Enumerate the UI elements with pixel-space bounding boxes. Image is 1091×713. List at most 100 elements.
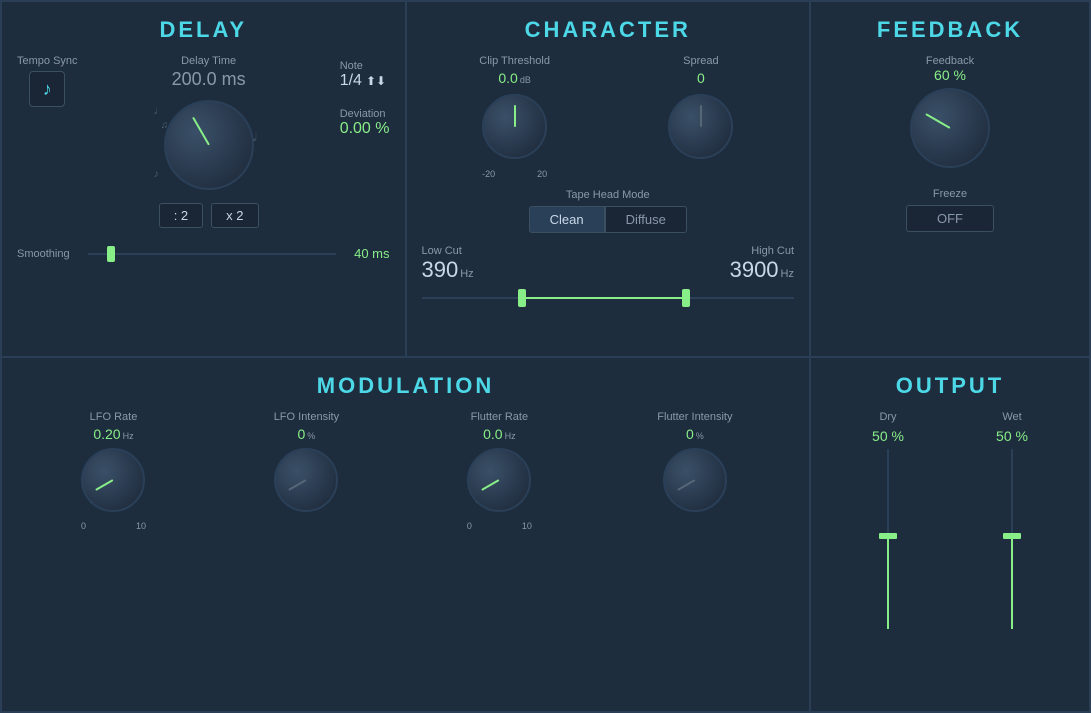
dry-thumb[interactable] bbox=[879, 533, 897, 539]
delay-knob-inner bbox=[164, 100, 254, 190]
divide-button[interactable]: : 2 bbox=[159, 203, 203, 228]
flutter-intensity-knob-inner bbox=[663, 448, 727, 512]
output-panel: OUTPUT Dry 50 % Wet 50 % bbox=[810, 357, 1090, 713]
spread-label: Spread bbox=[683, 55, 718, 67]
wet-value: 50 % bbox=[996, 428, 1028, 444]
lfo-rate-knob[interactable] bbox=[78, 445, 148, 515]
multiply-button[interactable]: x 2 bbox=[211, 203, 258, 228]
feedback-knob[interactable] bbox=[905, 83, 995, 173]
clip-threshold-group: Clip Threshold 0.0 dB -20 bbox=[477, 55, 552, 179]
deviation-label: Deviation bbox=[340, 108, 390, 120]
delay-time-knob[interactable]: ♩ ♫ 𝅗𝅥 ♪ bbox=[159, 95, 259, 195]
lfo-rate-group: LFO Rate 0.20 Hz 0 bbox=[78, 411, 148, 531]
lfo-intensity-knob[interactable] bbox=[271, 445, 341, 515]
smoothing-thumb[interactable] bbox=[107, 246, 115, 262]
smoothing-slider[interactable] bbox=[88, 253, 337, 255]
low-cut-group: Low Cut 390 Hz bbox=[422, 245, 474, 283]
high-cut-group: High Cut 3900 Hz bbox=[730, 245, 794, 283]
low-cut-label: Low Cut bbox=[422, 245, 474, 257]
character-top-row: Clip Threshold 0.0 dB -20 bbox=[422, 55, 795, 179]
smoothing-row: Smoothing 40 ms bbox=[17, 246, 390, 261]
dry-active-track bbox=[887, 539, 889, 629]
dry-slider[interactable] bbox=[878, 449, 898, 629]
flutter-rate-label: Flutter Rate bbox=[471, 411, 528, 423]
clip-threshold-value: 0.0 bbox=[498, 70, 517, 86]
low-cut-unit: Hz bbox=[460, 268, 473, 280]
lfo-rate-scale: 0 10 bbox=[81, 521, 146, 531]
output-sliders: Dry 50 % Wet 50 % bbox=[826, 411, 1074, 629]
flutter-intensity-label: Flutter Intensity bbox=[657, 411, 732, 423]
note-arrows[interactable]: ⬆⬇ bbox=[366, 74, 386, 88]
lfo-intensity-value: 0 bbox=[298, 426, 306, 442]
flutter-intensity-knob[interactable] bbox=[660, 445, 730, 515]
feedback-knob-value: 60 % bbox=[934, 67, 966, 83]
tempo-sync-button[interactable]: ♪ bbox=[29, 71, 65, 107]
dry-label: Dry bbox=[879, 411, 896, 423]
flutter-rate-value: 0.0 bbox=[483, 426, 502, 442]
lfo-intensity-unit: % bbox=[307, 431, 315, 441]
filter-active-range bbox=[526, 297, 690, 299]
lfo-rate-label: LFO Rate bbox=[90, 411, 138, 423]
character-title: CHARACTER bbox=[422, 17, 795, 43]
flutter-intensity-unit: % bbox=[696, 431, 704, 441]
wet-thumb[interactable] bbox=[1003, 533, 1021, 539]
freeze-label: Freeze bbox=[933, 188, 967, 200]
freeze-button[interactable]: OFF bbox=[906, 205, 994, 232]
wet-label: Wet bbox=[1002, 411, 1021, 423]
lfo-intensity-label: LFO Intensity bbox=[274, 411, 339, 423]
tape-clean-button[interactable]: Clean bbox=[529, 206, 605, 233]
filter-slider[interactable] bbox=[422, 288, 795, 308]
divide-multiply-buttons: : 2 x 2 bbox=[159, 203, 259, 228]
high-cut-unit: Hz bbox=[781, 268, 794, 280]
high-cut-label: High Cut bbox=[730, 245, 794, 257]
filter-left-thumb[interactable] bbox=[518, 289, 526, 307]
feedback-title: FEEDBACK bbox=[826, 17, 1074, 43]
tape-head-buttons: Clean Diffuse bbox=[422, 206, 795, 233]
flutter-rate-knob-inner bbox=[467, 448, 531, 512]
tape-head-section: Tape Head Mode Clean Diffuse bbox=[422, 189, 795, 233]
wet-active-track bbox=[1011, 539, 1013, 629]
filter-labels-row: Low Cut 390 Hz High Cut 3900 Hz bbox=[422, 245, 795, 283]
flutter-intensity-value: 0 bbox=[686, 426, 694, 442]
delay-panel: DELAY Tempo Sync ♪ Delay Time 200.0 ms bbox=[1, 1, 406, 357]
smoothing-label: Smoothing bbox=[17, 248, 70, 260]
spread-knob[interactable] bbox=[663, 89, 738, 164]
note-label: Note bbox=[340, 60, 390, 72]
flutter-rate-unit: Hz bbox=[505, 431, 516, 441]
deviation-value: 0.00 % bbox=[340, 120, 390, 138]
music-note-icon: ♪ bbox=[43, 79, 52, 100]
lfo-intensity-knob-inner bbox=[274, 448, 338, 512]
spread-group: Spread 0 bbox=[663, 55, 738, 179]
lfo-rate-value: 0.20 bbox=[93, 426, 120, 442]
feedback-knob-label: Feedback bbox=[926, 55, 974, 67]
filter-section: Low Cut 390 Hz High Cut 3900 Hz bbox=[422, 245, 795, 308]
output-title: OUTPUT bbox=[826, 373, 1074, 399]
tempo-sync-section: Tempo Sync ♪ bbox=[17, 55, 78, 107]
low-cut-value: 390 bbox=[422, 257, 459, 283]
tape-diffuse-button[interactable]: Diffuse bbox=[605, 206, 687, 233]
delay-time-value: 200.0 ms bbox=[172, 69, 246, 90]
flutter-rate-group: Flutter Rate 0.0 Hz 0 10 bbox=[464, 411, 534, 531]
wet-slider-group: Wet 50 % bbox=[996, 411, 1028, 629]
delay-time-label: Delay Time bbox=[181, 55, 236, 67]
modulation-panel: MODULATION LFO Rate 0.20 Hz bbox=[1, 357, 810, 713]
dry-slider-group: Dry 50 % bbox=[872, 411, 904, 629]
dry-value: 50 % bbox=[872, 428, 904, 444]
note-deviation-section: Note 1/4 ⬆⬇ Deviation 0.00 % bbox=[340, 60, 390, 138]
clip-scale: -20 20 bbox=[482, 169, 547, 179]
clip-threshold-unit: dB bbox=[520, 75, 531, 85]
feedback-panel: FEEDBACK Feedback 60 % Freeze OFF bbox=[810, 1, 1090, 357]
filter-right-thumb[interactable] bbox=[682, 289, 690, 307]
clip-threshold-knob[interactable] bbox=[477, 89, 552, 164]
clip-threshold-label: Clip Threshold bbox=[479, 55, 550, 67]
flutter-rate-knob[interactable] bbox=[464, 445, 534, 515]
tempo-sync-label: Tempo Sync bbox=[17, 55, 78, 67]
character-panel: CHARACTER Clip Threshold 0.0 dB bbox=[406, 1, 811, 357]
deviation-group: Deviation 0.00 % bbox=[340, 98, 390, 138]
note-value: 1/4 ⬆⬇ bbox=[340, 72, 390, 90]
wet-slider[interactable] bbox=[1002, 449, 1022, 629]
freeze-section: Freeze OFF bbox=[826, 188, 1074, 232]
smoothing-value: 40 ms bbox=[354, 246, 389, 261]
lfo-rate-knob-inner bbox=[81, 448, 145, 512]
feedback-knob-section: Feedback 60 % bbox=[826, 55, 1074, 173]
